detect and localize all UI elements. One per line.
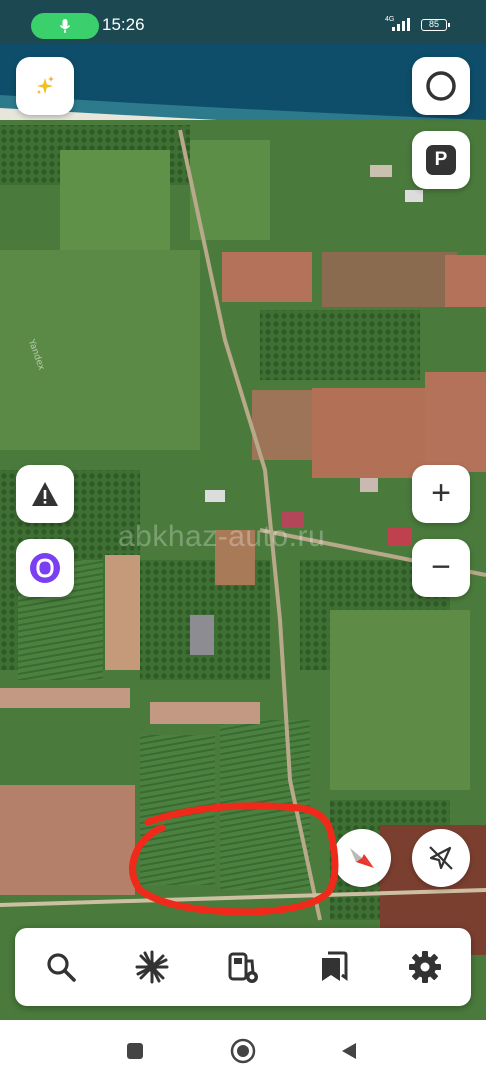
mic-indicator[interactable] [31, 13, 99, 39]
search-icon [46, 953, 76, 982]
fuel-button[interactable] [216, 940, 270, 994]
routes-icon [135, 950, 169, 984]
alice-assistant-icon [30, 553, 60, 583]
alice-circle-icon [426, 71, 456, 101]
parking-button[interactable]: P [412, 131, 470, 189]
back-button[interactable] [336, 1038, 362, 1064]
microphone-icon [59, 19, 71, 33]
zoom-in-button[interactable]: + [412, 465, 470, 523]
status-bar: 15:26 4G 85 [0, 0, 486, 44]
alice-assistant-button[interactable] [16, 539, 74, 597]
signal-icon [392, 18, 410, 31]
zoom-in-label: + [431, 473, 451, 512]
bottom-toolbar [15, 928, 471, 1006]
bookmarks-button[interactable] [307, 940, 361, 994]
zoom-out-button[interactable]: − [412, 539, 470, 597]
battery-indicator: 85 [421, 19, 450, 31]
warning-triangle-icon [32, 482, 58, 506]
zoom-out-label: − [431, 547, 451, 586]
back-triangle-icon [342, 1043, 356, 1059]
system-nav-bar [0, 1020, 486, 1080]
parking-label: P [426, 145, 456, 175]
my-location-button[interactable] [412, 829, 470, 887]
routes-button[interactable] [125, 940, 179, 994]
home-button[interactable] [230, 1038, 256, 1064]
ai-sparkles-button[interactable] [16, 57, 74, 115]
road-events-button[interactable] [16, 465, 74, 523]
sparkles-icon [37, 76, 54, 94]
recent-apps-button[interactable] [122, 1038, 148, 1064]
gear-icon [409, 951, 442, 983]
search-button[interactable] [34, 940, 88, 994]
alice-button[interactable] [412, 57, 470, 115]
status-time: 15:26 [102, 15, 145, 34]
compass-button[interactable] [333, 829, 391, 887]
watermark: abkhaz-auto.ru [118, 520, 326, 553]
settings-button[interactable] [398, 940, 452, 994]
compass-icon [350, 848, 374, 868]
square-icon [127, 1043, 143, 1059]
fuel-icon [228, 952, 258, 983]
location-off-icon [429, 846, 453, 870]
home-circle-icon [230, 1038, 256, 1064]
bookmarks-icon [322, 951, 348, 981]
